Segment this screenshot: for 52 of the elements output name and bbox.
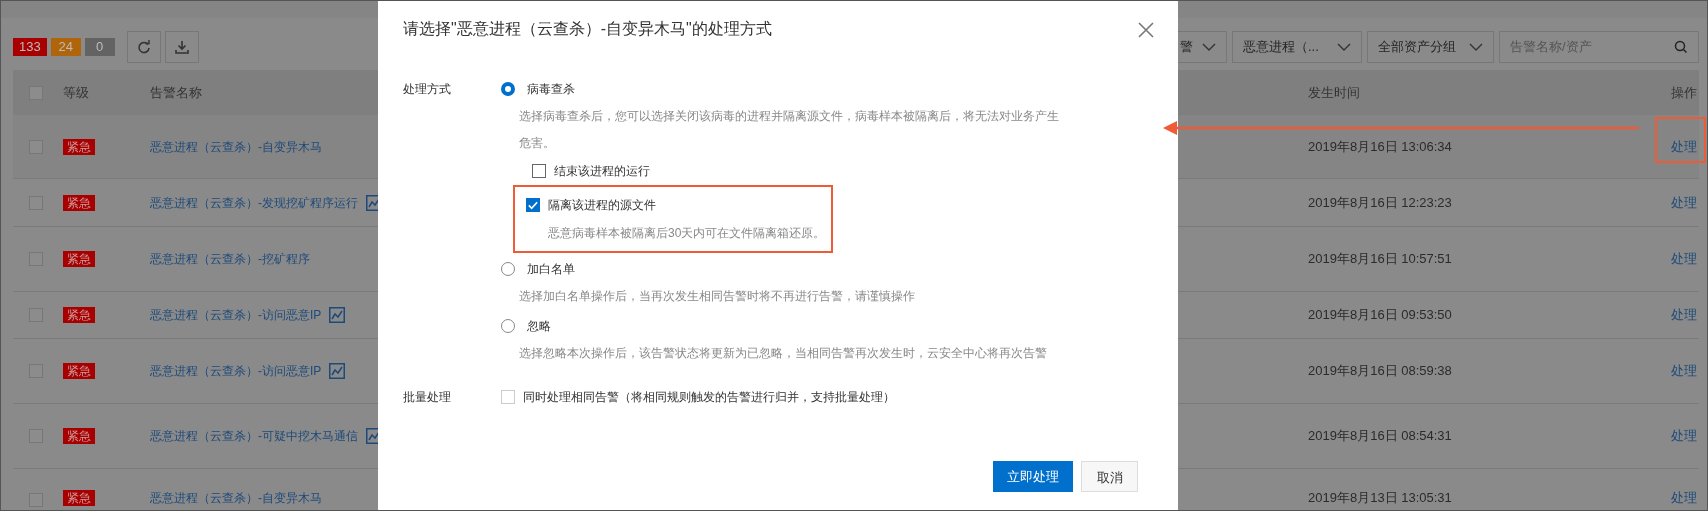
severity-tag: 紧急: [63, 307, 95, 323]
time-cell: 2019年8月16日 10:57:51: [1308, 251, 1452, 267]
column-header: 告警名称: [150, 83, 202, 102]
severity-tag: 紧急: [63, 428, 95, 444]
hint-text: 恶意病毒样本被隔离后30天内可在文件隔离箱还原。: [548, 226, 826, 240]
checkbox-label: 同时处理相同告警（将相同规则触发的告警进行归并，支持批量处理）: [523, 389, 895, 406]
alert-name-link[interactable]: 恶意进程（云查杀）-访问恶意IP: [150, 362, 322, 380]
severity-tag: 紧急: [63, 138, 95, 155]
alert-name-link[interactable]: 恶意进程（云查杀）-访问恶意IP: [150, 306, 322, 324]
process-link[interactable]: 处理: [1671, 428, 1697, 444]
severity-tag: 紧急: [63, 363, 95, 379]
option-description: 选择病毒查杀后，您可以选择关闭该病毒的进程并隔离源文件，病毒样本被隔离后，将无法对业务产生危害。: [519, 109, 1059, 150]
count-badge: 0: [84, 38, 115, 56]
column-header: 操作: [1671, 84, 1697, 100]
dropdown[interactable]: 全部资产分组: [1367, 31, 1494, 63]
checkbox-label: 结束该进程的运行: [554, 163, 650, 180]
alert-name-link[interactable]: 恶意进程（云查杀）-自变异木马: [150, 137, 322, 156]
count-badge: 133: [13, 38, 47, 56]
option-label: 加白名单: [527, 261, 575, 278]
option-description: 选择忽略本次操作后，该告警状态将更新为已忽略，当相同告警再次发生时，云安全中心将再次告警: [519, 346, 1047, 360]
time-cell: 2019年8月16日 08:59:38: [1308, 363, 1452, 379]
alert-name-link[interactable]: 恶意进程（云查杀）-自变异木马: [150, 489, 322, 507]
process-link[interactable]: 处理: [1671, 363, 1697, 379]
severity-tag: 紧急: [63, 194, 95, 211]
checkbox-label: 隔离该进程的源文件: [548, 197, 656, 214]
alert-name-link[interactable]: 恶意进程（云查杀）-挖矿程序: [150, 250, 310, 268]
form-label: 处理方式: [403, 82, 451, 96]
time-cell: 2019年8月13日 13:05:31: [1308, 489, 1452, 505]
cancel-button[interactable]: 取消: [1081, 461, 1138, 492]
process-link[interactable]: 处理: [1671, 194, 1697, 210]
option-label: 病毒查杀: [527, 81, 575, 98]
time-cell: 2019年8月16日 09:53:50: [1308, 307, 1452, 323]
option-description: 选择加白名单操作后，当再次发生相同告警时将不再进行告警，请谨慎操作: [519, 289, 915, 303]
submit-button[interactable]: 立即处理: [993, 461, 1073, 492]
column-header: 等级: [63, 84, 89, 100]
count-badge: 24: [50, 38, 81, 56]
severity-tag: 紧急: [63, 490, 95, 506]
process-link[interactable]: 处理: [1671, 138, 1697, 154]
form-label: 批量处理: [403, 390, 451, 404]
process-link[interactable]: 处理: [1671, 489, 1697, 505]
column-header: 发生时间: [1308, 84, 1360, 100]
time-cell: 2019年8月16日 08:54:31: [1308, 428, 1452, 444]
process-link[interactable]: 处理: [1671, 251, 1697, 267]
process-link[interactable]: 处理: [1671, 307, 1697, 323]
severity-tag: 紧急: [63, 251, 95, 267]
time-cell: 2019年8月16日 13:06:34: [1308, 138, 1452, 154]
dropdown[interactable]: 恶意进程（...: [1232, 31, 1362, 63]
alert-name-link[interactable]: 恶意进程（云查杀）-发现挖矿程序运行: [150, 193, 358, 212]
option-label: 忽略: [527, 318, 551, 335]
dialog-title: 请选择"恶意进程（云查杀）-自变异木马"的处理方式: [403, 19, 772, 39]
time-cell: 2019年8月16日 12:23:23: [1308, 194, 1452, 210]
alert-name-link[interactable]: 恶意进程（云查杀）-可疑中挖木马通信: [150, 427, 358, 445]
